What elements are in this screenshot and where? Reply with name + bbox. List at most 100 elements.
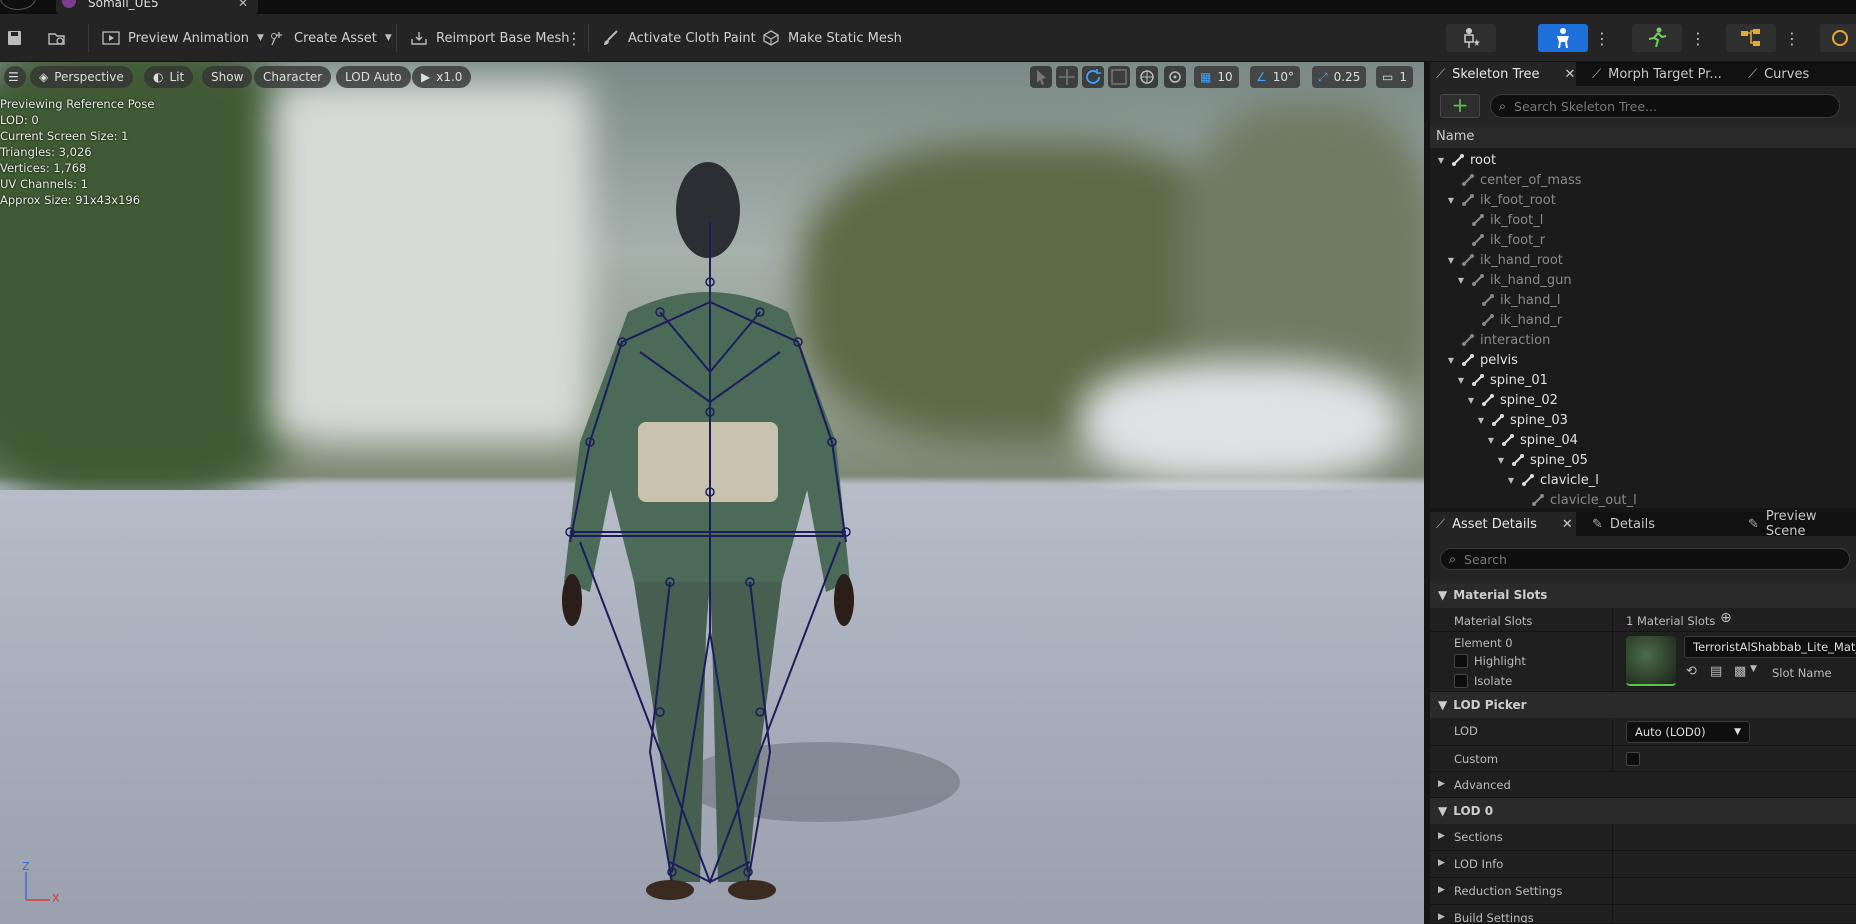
material-slots-section[interactable]: ▼ Material Slots	[1430, 582, 1856, 608]
chevron-down-icon[interactable]: ▼	[1486, 436, 1496, 445]
translate-tool-button[interactable]	[1056, 66, 1078, 88]
tree-row-ik-foot-l[interactable]: ik_foot_l	[1430, 210, 1543, 230]
reset-icon[interactable]: ⟲	[1686, 664, 1697, 679]
add-bone-button[interactable]: +	[1440, 94, 1480, 118]
details-search-input[interactable]: ⌕ Search	[1440, 548, 1850, 570]
chevron-down-icon[interactable]: ▼	[1506, 476, 1516, 485]
tree-row-interaction[interactable]: interaction	[1430, 330, 1550, 350]
editor-menu-button[interactable]	[0, 0, 36, 10]
tree-row-ik-foot-root[interactable]: ▼ ik_foot_root	[1430, 190, 1556, 210]
scale-tool-button[interactable]	[1108, 66, 1130, 88]
chevron-down-icon[interactable]: ▼	[1476, 416, 1486, 425]
create-asset-button[interactable]: Create Asset ▼	[268, 26, 392, 50]
tab-label: Curves	[1764, 66, 1810, 82]
tree-row-spine-03[interactable]: ▼ spine_03	[1430, 410, 1568, 430]
animation-mode-options[interactable]: ⋮	[1690, 26, 1706, 50]
tab-preview-scene[interactable]: ✎ Preview Scene	[1748, 509, 1856, 539]
grid-snap-button[interactable]: ▦ 10	[1194, 66, 1239, 88]
tree-row-ik-hand-gun[interactable]: ▼ ik_hand_gun	[1430, 270, 1572, 290]
chevron-down-icon[interactable]: ▼	[1446, 256, 1456, 265]
browse-button[interactable]	[48, 26, 66, 50]
browse-folder-icon[interactable]: ▤	[1710, 664, 1722, 679]
chevron-down-icon[interactable]: ▼	[1446, 196, 1456, 205]
sections-row[interactable]: ▶ Sections	[1430, 824, 1856, 851]
mesh-mode-button[interactable]	[1538, 24, 1588, 52]
isolate-checkbox[interactable]	[1454, 674, 1468, 688]
advanced-row[interactable]: ▶ Advanced	[1430, 772, 1856, 798]
tree-row-ik-hand-r[interactable]: ik_hand_r	[1430, 310, 1562, 330]
checker-icon[interactable]: ▩	[1734, 664, 1746, 679]
tree-row-clavicle-l[interactable]: ▼ clavicle_l	[1430, 470, 1599, 490]
name-column-header[interactable]: Name	[1430, 126, 1856, 148]
highlight-checkbox[interactable]	[1454, 654, 1468, 668]
animation-mode-button[interactable]	[1632, 24, 1682, 52]
skeleton-search-input[interactable]: ⌕ Search Skeleton Tree...	[1490, 94, 1840, 118]
tree-row-spine-02[interactable]: ▼ spine_02	[1430, 390, 1558, 410]
chevron-down-icon[interactable]: ▼	[1466, 396, 1476, 405]
tree-row-center-of-mass[interactable]: center_of_mass	[1430, 170, 1582, 190]
chevron-down-icon[interactable]: ▼	[1456, 276, 1466, 285]
tree-row-clavicle-out-l[interactable]: clavicle_out_l	[1430, 490, 1637, 508]
coordinate-space-button[interactable]	[1136, 66, 1158, 88]
close-icon[interactable]: ✕	[1562, 517, 1573, 532]
tab-skeleton-tree[interactable]: ⟋ Skeleton Tree ✕	[1430, 62, 1576, 86]
lod-dropdown[interactable]: Auto (LOD0) ▼	[1626, 721, 1750, 743]
build-settings-row[interactable]: ▶ Build Settings	[1430, 905, 1856, 924]
lod-auto-button[interactable]: LOD Auto	[336, 66, 411, 88]
tree-row-spine-05[interactable]: ▼ spine_05	[1430, 450, 1588, 470]
tree-row-spine-01[interactable]: ▼ spine_01	[1430, 370, 1548, 390]
show-button[interactable]: Show	[202, 66, 253, 88]
skeleton-mode-button[interactable]	[1446, 24, 1496, 52]
close-icon[interactable]: ✕	[238, 0, 248, 10]
make-static-mesh-button[interactable]: Make Static Mesh	[762, 26, 902, 50]
lod-info-row[interactable]: ▶ LOD Info	[1430, 851, 1856, 878]
chevron-down-icon[interactable]: ▼	[1446, 356, 1456, 365]
custom-checkbox[interactable]	[1626, 752, 1640, 766]
tab-curves[interactable]: ⟋ Curves	[1748, 62, 1809, 86]
character-mesh-preview[interactable]	[520, 112, 1000, 912]
lod0-section[interactable]: ▼ LOD 0	[1430, 798, 1856, 824]
close-icon[interactable]: ✕	[1565, 67, 1576, 82]
reimport-options-button[interactable]: ⋮	[566, 26, 582, 50]
lod-picker-section[interactable]: ▼ LOD Picker	[1430, 692, 1856, 718]
save-button[interactable]	[6, 26, 24, 50]
material-asset-picker[interactable]: TerroristAlShabbab_Lite_Mat_Ins	[1684, 636, 1856, 658]
chevron-down-icon[interactable]: ▼	[1436, 156, 1446, 165]
rotation-snap-button[interactable]: ∠ 10°	[1250, 66, 1301, 88]
add-slot-icon[interactable]: ⊕	[1720, 610, 1732, 626]
tree-row-spine-04[interactable]: ▼ spine_04	[1430, 430, 1578, 450]
lit-button[interactable]: ◐ Lit	[144, 66, 194, 88]
chevron-down-icon[interactable]: ▼	[1456, 376, 1466, 385]
tree-row-ik-foot-r[interactable]: ik_foot_r	[1430, 230, 1545, 250]
tree-row-ik-hand-l[interactable]: ik_hand_l	[1430, 290, 1560, 310]
reimport-base-mesh-button[interactable]: Reimport Base Mesh	[410, 26, 570, 50]
character-button[interactable]: Character	[254, 66, 332, 88]
activate-cloth-paint-button[interactable]: Activate Cloth Paint	[602, 26, 756, 50]
blueprint-mode-options[interactable]: ⋮	[1784, 26, 1800, 50]
material-thumbnail[interactable]	[1626, 636, 1676, 686]
camera-speed-button[interactable]: ▭ 1	[1376, 66, 1413, 88]
tree-row-root[interactable]: ▼ root	[1430, 150, 1496, 170]
viewport-options-button[interactable]: ☰	[4, 66, 26, 88]
tree-row-ik-hand-root[interactable]: ▼ ik_hand_root	[1430, 250, 1563, 270]
chevron-down-icon[interactable]: ▼	[1750, 664, 1757, 674]
perspective-button[interactable]: ◈ Perspective	[30, 66, 133, 88]
rotate-tool-button[interactable]	[1082, 66, 1104, 88]
scale-snap-button[interactable]: ⤢ 0.25	[1312, 66, 1367, 88]
tree-row-pelvis[interactable]: ▼ pelvis	[1430, 350, 1518, 370]
document-tab[interactable]: Somali_UE5 ✕	[56, 0, 258, 14]
chevron-down-icon[interactable]: ▼	[1496, 456, 1506, 465]
physics-mode-button[interactable]	[1820, 24, 1856, 52]
tab-asset-details[interactable]: ⟋ Asset Details ✕	[1430, 512, 1576, 536]
viewport[interactable]: ☰ ◈ Perspective ◐ Lit Show Character LOD A…	[0, 62, 1424, 924]
mesh-mode-options[interactable]: ⋮	[1594, 26, 1610, 50]
tab-morph-target-preview[interactable]: ⟋ Morph Target Pr...	[1592, 62, 1722, 86]
play-rate-button[interactable]: ▶ x1.0	[412, 66, 472, 88]
blueprint-mode-button[interactable]	[1726, 24, 1776, 52]
surface-snap-button[interactable]	[1164, 66, 1186, 88]
reduction-settings-row[interactable]: ▶ Reduction Settings	[1430, 878, 1856, 905]
select-tool-button[interactable]	[1030, 66, 1052, 88]
tab-details[interactable]: ✎ Details	[1592, 512, 1655, 536]
preview-animation-button[interactable]: Preview Animation ▼	[102, 26, 264, 50]
running-man-icon	[1648, 27, 1667, 48]
